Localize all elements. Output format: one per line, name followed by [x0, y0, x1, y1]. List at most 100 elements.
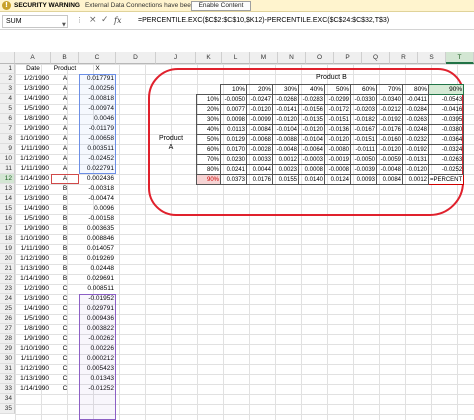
- matrix-cell[interactable]: -0.0131: [402, 154, 429, 165]
- formula-input[interactable]: =PERCENTILE.EXC($C$2:$C$10,$K12)-PERCENT…: [138, 17, 389, 24]
- matrix-col-header[interactable]: 80%: [402, 84, 429, 95]
- matrix-cell[interactable]: -0.0283: [298, 94, 325, 105]
- cell-product[interactable]: B: [51, 184, 79, 194]
- matrix-row-header[interactable]: 90%: [196, 174, 221, 185]
- matrix-cell[interactable]: 0.0084: [376, 174, 403, 185]
- cell-product[interactable]: C: [51, 334, 79, 344]
- matrix-cell[interactable]: -0.0120: [298, 124, 325, 135]
- matrix-cell[interactable]: -0.0151: [350, 134, 377, 145]
- matrix-cell[interactable]: -0.0019: [324, 154, 351, 165]
- matrix-cell[interactable]: 0.0098: [220, 114, 247, 125]
- cell-date[interactable]: 1/3/1990: [15, 194, 51, 204]
- cell-date[interactable]: 1/12/1990: [15, 154, 51, 164]
- matrix-cell[interactable]: -0.0059: [376, 154, 403, 165]
- cell-product[interactable]: C: [51, 284, 79, 294]
- matrix-cell[interactable]: -0.0068: [246, 134, 273, 145]
- row-header[interactable]: 27: [0, 324, 15, 334]
- cell-x[interactable]: 0.019269: [79, 254, 116, 264]
- matrix-row-header[interactable]: 80%: [196, 164, 221, 175]
- cell-product[interactable]: B: [51, 194, 79, 204]
- cell-date[interactable]: 1/4/1990: [15, 204, 51, 214]
- matrix-cell[interactable]: -0.0167: [350, 124, 377, 135]
- matrix-cell[interactable]: 0.0124: [324, 174, 351, 185]
- cell-x[interactable]: 0.014057: [79, 244, 116, 254]
- matrix-cell[interactable]: -0.0064: [298, 144, 325, 155]
- matrix-cell[interactable]: -0.0008: [324, 164, 351, 175]
- cell-date[interactable]: 1/8/1990: [15, 324, 51, 334]
- header-product[interactable]: Product: [51, 64, 79, 74]
- cancel-icon[interactable]: ×: [89, 15, 97, 25]
- matrix-cell[interactable]: 0.0012: [402, 174, 429, 185]
- matrix-cell[interactable]: 0.0023: [272, 164, 299, 175]
- cell-date[interactable]: 1/11/1990: [15, 164, 51, 174]
- cell-x[interactable]: -0.00474: [79, 194, 116, 204]
- matrix-col-header[interactable]: 20%: [246, 84, 273, 95]
- row-header[interactable]: 22: [0, 274, 15, 284]
- row-header[interactable]: 18: [0, 234, 15, 244]
- cell-product[interactable]: C: [51, 364, 79, 374]
- matrix-col-header[interactable]: 90%: [427, 84, 465, 95]
- cell-product[interactable]: C: [51, 324, 79, 334]
- cell-product[interactable]: C: [51, 384, 79, 394]
- matrix-cell[interactable]: -0.0192: [376, 114, 403, 125]
- cell-x[interactable]: 0.02448: [79, 264, 116, 274]
- matrix-cell[interactable]: -0.0284: [402, 104, 429, 115]
- active-cell-formula[interactable]: =PERCENT: [427, 174, 465, 185]
- cell-product[interactable]: A: [51, 134, 79, 144]
- matrix-cell[interactable]: -0.0084: [246, 124, 273, 135]
- cell-date[interactable]: 1/2/1990: [15, 74, 51, 84]
- row-header[interactable]: 28: [0, 334, 15, 344]
- column-header[interactable]: O: [306, 52, 334, 64]
- product-b-label[interactable]: Product B: [316, 74, 347, 81]
- header-x[interactable]: X: [79, 64, 116, 74]
- matrix-cell[interactable]: -0.0050: [350, 154, 377, 165]
- column-header[interactable]: B: [51, 52, 79, 64]
- cell-x[interactable]: 0.029691: [79, 274, 116, 284]
- matrix-cell[interactable]: -0.0104: [298, 134, 325, 145]
- row-header[interactable]: 30: [0, 354, 15, 364]
- row-header[interactable]: 7: [0, 124, 15, 134]
- cell-product[interactable]: B: [51, 234, 79, 244]
- cell-product[interactable]: A: [51, 124, 79, 134]
- row-header[interactable]: 25: [0, 304, 15, 314]
- matrix-row-header[interactable]: 30%: [196, 114, 221, 125]
- matrix-row-header[interactable]: 20%: [196, 104, 221, 115]
- enable-content-button[interactable]: Enable Content: [191, 1, 251, 11]
- matrix-cell[interactable]: -0.0395: [427, 114, 465, 125]
- matrix-cell[interactable]: -0.0050: [220, 94, 247, 105]
- cell-date[interactable]: 1/9/1990: [15, 124, 51, 134]
- cell-date[interactable]: 1/11/1990: [15, 244, 51, 254]
- matrix-cell[interactable]: -0.0416: [427, 104, 465, 115]
- cell-product[interactable]: B: [51, 214, 79, 224]
- cell-date[interactable]: 1/14/1990: [15, 274, 51, 284]
- matrix-cell[interactable]: 0.0230: [220, 154, 247, 165]
- cell-product[interactable]: A: [51, 74, 79, 84]
- matrix-cell[interactable]: -0.0411: [402, 94, 429, 105]
- cell-product[interactable]: C: [51, 374, 79, 384]
- matrix-row-header[interactable]: 70%: [196, 154, 221, 165]
- cell-product[interactable]: A: [51, 164, 79, 174]
- column-header[interactable]: S: [418, 52, 446, 64]
- matrix-cell[interactable]: -0.0120: [376, 144, 403, 155]
- matrix-cell[interactable]: -0.0028: [246, 144, 273, 155]
- row-header[interactable]: 34: [0, 394, 15, 404]
- cell-product[interactable]: B: [51, 264, 79, 274]
- matrix-cell[interactable]: -0.0182: [350, 114, 377, 125]
- matrix-cell[interactable]: 0.0373: [220, 174, 247, 185]
- cell-date[interactable]: 1/4/1990: [15, 304, 51, 314]
- cell-product[interactable]: C: [51, 304, 79, 314]
- column-header[interactable]: P: [334, 52, 362, 64]
- cell-x[interactable]: 0.008511: [79, 284, 116, 294]
- matrix-row-header[interactable]: 10%: [196, 94, 221, 105]
- matrix-cell[interactable]: -0.0364: [427, 134, 465, 145]
- matrix-cell[interactable]: -0.0324: [427, 144, 465, 155]
- cell-date[interactable]: 1/3/1990: [15, 294, 51, 304]
- cell-product[interactable]: A: [51, 84, 79, 94]
- matrix-cell[interactable]: -0.0048: [272, 144, 299, 155]
- cell-product[interactable]: A: [51, 154, 79, 164]
- matrix-cell[interactable]: 0.0033: [246, 154, 273, 165]
- matrix-cell[interactable]: -0.0104: [272, 124, 299, 135]
- matrix-col-header[interactable]: 10%: [220, 84, 247, 95]
- cell-date[interactable]: 1/9/1990: [15, 224, 51, 234]
- cell-product[interactable]: A: [51, 104, 79, 114]
